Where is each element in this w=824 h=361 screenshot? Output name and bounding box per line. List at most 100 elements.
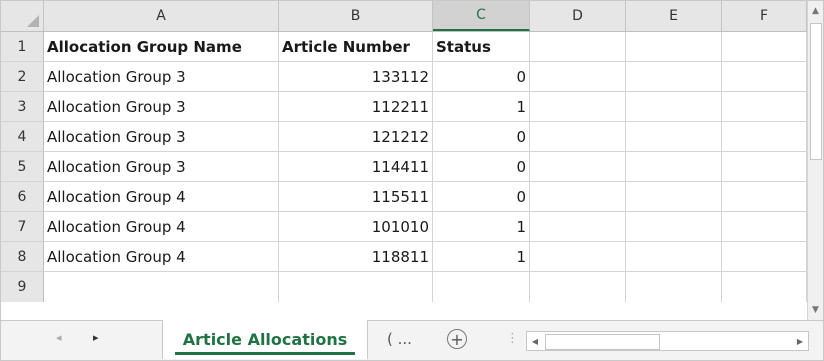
row-header[interactable]: 5 (1, 152, 44, 181)
cell-d1[interactable] (530, 32, 626, 61)
cell-f6[interactable] (722, 182, 807, 211)
table-row: 7 Allocation Group 4 101010 1 (1, 212, 807, 242)
table-row: 1 Allocation Group Name Article Number S… (1, 32, 807, 62)
sheet-grid: A B C D E F 1 Allocation Group Name Arti… (1, 1, 807, 320)
cell-a4[interactable]: Allocation Group 3 (44, 122, 279, 151)
cell-e4[interactable] (626, 122, 722, 151)
cell-c6[interactable]: 0 (433, 182, 530, 211)
cell-a6[interactable]: Allocation Group 4 (44, 182, 279, 211)
cell-f9[interactable] (722, 272, 807, 302)
cell-d2[interactable] (530, 62, 626, 91)
row-header[interactable]: 9 (1, 272, 44, 302)
column-header-f[interactable]: F (722, 1, 807, 31)
cell-c2[interactable]: 0 (433, 62, 530, 91)
cell-e7[interactable] (626, 212, 722, 241)
scroll-right-icon[interactable]: ▶ (792, 332, 808, 350)
sheet-tab-active[interactable]: Article Allocations (162, 320, 368, 359)
cell-c5[interactable]: 0 (433, 152, 530, 181)
column-header-c[interactable]: C (433, 1, 530, 31)
row-header[interactable]: 4 (1, 122, 44, 151)
cell-e6[interactable] (626, 182, 722, 211)
cell-f4[interactable] (722, 122, 807, 151)
row-header[interactable]: 7 (1, 212, 44, 241)
cell-d3[interactable] (530, 92, 626, 121)
vertical-scroll-thumb[interactable] (810, 23, 822, 160)
row-header[interactable]: 1 (1, 32, 44, 61)
row-header[interactable]: 2 (1, 62, 44, 91)
cell-d9[interactable] (530, 272, 626, 302)
cell-e1[interactable] (626, 32, 722, 61)
cell-a2[interactable]: Allocation Group 3 (44, 62, 279, 91)
cell-a8[interactable]: Allocation Group 4 (44, 242, 279, 271)
cell-e5[interactable] (626, 152, 722, 181)
scroll-down-icon[interactable]: ▼ (808, 302, 823, 318)
scroll-up-icon[interactable]: ▲ (808, 3, 823, 19)
table-row: 2 Allocation Group 3 133112 0 (1, 62, 807, 92)
column-header-e[interactable]: E (626, 1, 722, 31)
select-all-triangle-icon (27, 15, 39, 27)
cell-f3[interactable] (722, 92, 807, 121)
column-header-d[interactable]: D (530, 1, 626, 31)
sheet-tab-more[interactable]: ( ... (387, 330, 412, 348)
cell-e2[interactable] (626, 62, 722, 91)
cell-d6[interactable] (530, 182, 626, 211)
horizontal-scroll-thumb[interactable] (545, 334, 660, 350)
cell-f2[interactable] (722, 62, 807, 91)
cell-c7[interactable]: 1 (433, 212, 530, 241)
table-row: 8 Allocation Group 4 118811 1 (1, 242, 807, 272)
cell-c9[interactable] (433, 272, 530, 302)
row-header[interactable]: 3 (1, 92, 44, 121)
vertical-scrollbar[interactable]: ▲ ▼ (807, 1, 823, 320)
cell-c4[interactable]: 0 (433, 122, 530, 151)
cell-a3[interactable]: Allocation Group 3 (44, 92, 279, 121)
scroll-left-icon[interactable]: ◀ (527, 332, 543, 350)
add-sheet-icon[interactable]: + (447, 329, 467, 349)
select-all-corner[interactable] (1, 1, 44, 31)
table-row: 9 (1, 272, 807, 302)
cell-e8[interactable] (626, 242, 722, 271)
row-header[interactable]: 6 (1, 182, 44, 211)
sheet-tab-bar: ◂ ▸ Article Allocations ( ... + ⋮ ◀ ▶ (1, 320, 823, 360)
cell-b1[interactable]: Article Number (279, 32, 433, 61)
prev-sheet-icon[interactable]: ◂ (56, 331, 62, 344)
sheet-tab-label: Article Allocations (182, 330, 348, 349)
cell-b7[interactable]: 101010 (279, 212, 433, 241)
table-row: 3 Allocation Group 3 112211 1 (1, 92, 807, 122)
cell-b5[interactable]: 114411 (279, 152, 433, 181)
cell-a5[interactable]: Allocation Group 3 (44, 152, 279, 181)
cell-a7[interactable]: Allocation Group 4 (44, 212, 279, 241)
spreadsheet-window: A B C D E F 1 Allocation Group Name Arti… (0, 0, 824, 361)
column-header-a[interactable]: A (44, 1, 279, 31)
table-row: 5 Allocation Group 3 114411 0 (1, 152, 807, 182)
cell-c1[interactable]: Status (433, 32, 530, 61)
cell-a9[interactable] (44, 272, 279, 302)
cell-d4[interactable] (530, 122, 626, 151)
cell-b9[interactable] (279, 272, 433, 302)
cell-d8[interactable] (530, 242, 626, 271)
cell-f1[interactable] (722, 32, 807, 61)
column-header-b[interactable]: B (279, 1, 433, 31)
table-row: 6 Allocation Group 4 115511 0 (1, 182, 807, 212)
cell-d5[interactable] (530, 152, 626, 181)
split-handle-icon[interactable]: ⋮ (506, 331, 519, 346)
column-header-row: A B C D E F (1, 1, 807, 32)
cell-d7[interactable] (530, 212, 626, 241)
cell-e9[interactable] (626, 272, 722, 302)
cell-f7[interactable] (722, 212, 807, 241)
cell-f8[interactable] (722, 242, 807, 271)
table-row: 4 Allocation Group 3 121212 0 (1, 122, 807, 152)
next-sheet-icon[interactable]: ▸ (93, 331, 99, 344)
cell-b8[interactable]: 118811 (279, 242, 433, 271)
cell-c8[interactable]: 1 (433, 242, 530, 271)
cell-e3[interactable] (626, 92, 722, 121)
row-header[interactable]: 8 (1, 242, 44, 271)
cell-b4[interactable]: 121212 (279, 122, 433, 151)
cell-b3[interactable]: 112211 (279, 92, 433, 121)
cell-f5[interactable] (722, 152, 807, 181)
cell-b2[interactable]: 133112 (279, 62, 433, 91)
cell-b6[interactable]: 115511 (279, 182, 433, 211)
horizontal-scrollbar[interactable]: ◀ ▶ (526, 331, 809, 351)
active-tab-underline (175, 352, 355, 355)
cell-c3[interactable]: 1 (433, 92, 530, 121)
cell-a1[interactable]: Allocation Group Name (44, 32, 279, 61)
